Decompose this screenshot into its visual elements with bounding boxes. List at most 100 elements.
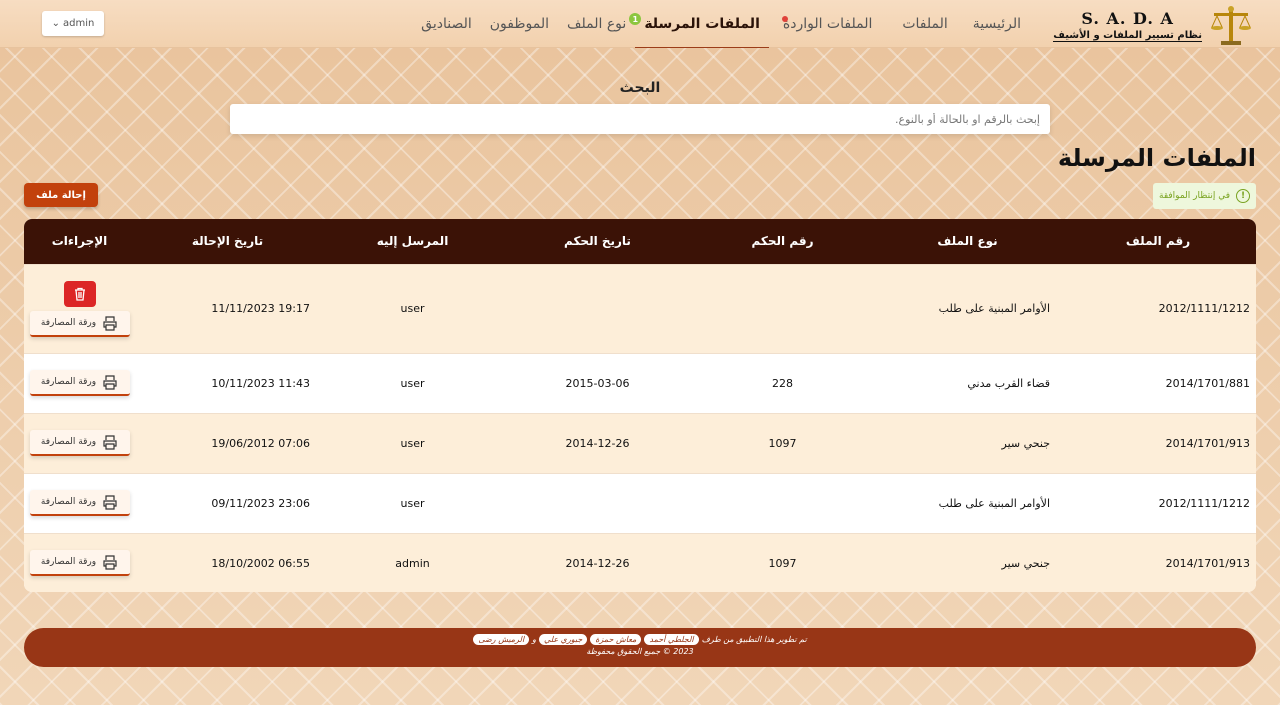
main-nav: الرئيسية الملفات الملفات الواردة الملفات… bbox=[412, 0, 1030, 48]
header-ruling-number: رقم الحكم bbox=[751, 234, 814, 249]
printer-icon bbox=[103, 435, 117, 450]
nav-home[interactable]: الرئيسية bbox=[964, 0, 1030, 48]
cell-file-type: قضاء القرب مدني bbox=[967, 376, 1050, 390]
footer-copyright: 2023 © جميع الحقوق محفوظة bbox=[586, 647, 694, 656]
cell-recipient: user bbox=[400, 376, 425, 390]
delete-button[interactable] bbox=[63, 280, 96, 307]
cell-recipient: user bbox=[400, 302, 425, 315]
cell-referral-date: 11:43 10/11/2023 bbox=[211, 376, 310, 390]
cell-recipient: user bbox=[400, 496, 425, 510]
print-clearance-button[interactable]: ورقة المصارفة bbox=[29, 370, 130, 396]
cell-ruling-date bbox=[505, 473, 690, 533]
cell-actions: ورقة المصارفة bbox=[24, 533, 135, 592]
nav-file-type-label: نوع الملف bbox=[567, 16, 627, 32]
header-ruling-date: تاريخ الحكم bbox=[564, 234, 631, 249]
footer: تم تطوير هذا التطبيق من طرف الجلطي أحمد … bbox=[24, 628, 1256, 667]
printer-icon bbox=[103, 375, 117, 390]
header-referral-date: تاريخ الإحالة bbox=[191, 234, 264, 249]
refer-file-button[interactable]: إحالة ملف bbox=[24, 183, 98, 207]
table-row: 2012/1111/1212 الأوامر المبنية على طلب u… bbox=[24, 473, 1256, 533]
pending-approval-label: في إنتظار الموافقة bbox=[1159, 191, 1230, 201]
print-clearance-button[interactable]: ورقة المصارفة bbox=[29, 490, 130, 516]
user-name: admin bbox=[63, 18, 95, 29]
cell-file-number: 2014/1701/913 bbox=[1165, 436, 1250, 450]
cell-file-type: الأوامر المبنية على طلب bbox=[938, 496, 1050, 510]
cell-actions: ورقة المصارفة bbox=[24, 473, 135, 533]
cell-ruling-number bbox=[690, 264, 875, 353]
notification-dot bbox=[781, 16, 788, 22]
cell-file-number: 2012/1111/1212 bbox=[1158, 302, 1250, 315]
footer-dev-1[interactable]: الجلطي أحمد bbox=[644, 634, 699, 645]
footer-dev-2[interactable]: معاش حمزة bbox=[590, 634, 642, 645]
print-clearance-button[interactable]: ورقة المصارفة bbox=[29, 430, 130, 456]
cell-ruling-date: 2014-12-26 bbox=[565, 436, 630, 450]
cell-ruling-number: 228 bbox=[772, 376, 793, 390]
user-dropdown[interactable]: ⌄ admin bbox=[42, 11, 104, 36]
sent-files-table: رقم الملف نوع الملف رقم الحكم تاريخ الحك… bbox=[24, 219, 1256, 592]
table-header-row: رقم الملف نوع الملف رقم الحكم تاريخ الحك… bbox=[24, 219, 1256, 264]
cell-actions: ورقة المصارفة bbox=[24, 264, 135, 353]
print-clearance-button[interactable]: ورقة المصارفة bbox=[29, 310, 130, 337]
printer-icon bbox=[103, 495, 117, 510]
cell-actions: ورقة المصارفة bbox=[24, 353, 135, 413]
cell-referral-date: 06:55 18/10/2002 bbox=[211, 556, 310, 570]
header-file-number: رقم الملف bbox=[1125, 234, 1191, 249]
print-clearance-label: ورقة المصارفة bbox=[40, 497, 97, 507]
cell-file-number: 2012/1111/1212 bbox=[1158, 496, 1250, 510]
header-actions: الإجراءات bbox=[51, 234, 108, 249]
nav-file-type[interactable]: نوع الملف bbox=[558, 0, 635, 48]
nav-employees[interactable]: الموظفون bbox=[481, 0, 558, 48]
navbar: S. A. D. A نظام تسيير الملفات و الأشيف ا… bbox=[0, 0, 1280, 48]
printer-icon bbox=[103, 555, 117, 570]
nav-files[interactable]: الملفات bbox=[886, 0, 963, 48]
print-clearance-label: ورقة المصارفة bbox=[40, 377, 97, 387]
chevron-down-icon: ⌄ bbox=[51, 18, 61, 29]
nav-sent[interactable]: الملفات المرسلة 1 bbox=[629, 0, 769, 48]
nav-home-label: الرئيسية bbox=[972, 16, 1021, 32]
nav-sent-label: الملفات المرسلة bbox=[644, 15, 760, 32]
print-clearance-label: ورقة المصارفة bbox=[40, 557, 97, 568]
brand[interactable]: S. A. D. A نظام تسيير الملفات و الأشيف bbox=[1053, 3, 1254, 47]
search-label: البحث bbox=[619, 80, 661, 96]
cell-file-number: 2014/1701/913 bbox=[1165, 556, 1250, 570]
cell-ruling-number bbox=[690, 473, 875, 533]
print-clearance-label: ورقة المصارفة bbox=[40, 317, 97, 328]
cell-actions: ورقة المصارفة bbox=[24, 413, 135, 473]
cell-recipient: user bbox=[400, 436, 425, 450]
cell-referral-date: 07:06 19/06/2012 bbox=[211, 436, 310, 450]
printer-icon bbox=[103, 315, 117, 331]
brand-title: S. A. D. A bbox=[1081, 8, 1174, 28]
cell-referral-date: 19:17 11/11/2023 bbox=[211, 302, 310, 315]
trash-icon bbox=[74, 287, 85, 301]
cell-file-type: جنحي سير bbox=[1001, 436, 1051, 450]
search-input[interactable] bbox=[230, 104, 1050, 134]
cell-ruling-number: 1097 bbox=[768, 556, 797, 570]
nav-boxes-label: الصناديق bbox=[421, 16, 472, 32]
page-title: الملفات المرسلة bbox=[1057, 144, 1256, 172]
nav-employees-label: الموظفون bbox=[489, 16, 549, 32]
print-clearance-label: ورقة المصارفة bbox=[40, 437, 97, 447]
footer-and: و bbox=[532, 635, 537, 644]
cell-file-number: 2014/1701/881 bbox=[1165, 376, 1250, 390]
table-row: 2014/1701/913 جنحي سير 1097 2014-12-26 u… bbox=[24, 413, 1256, 473]
cell-recipient: admin bbox=[395, 556, 430, 570]
nav-boxes[interactable]: الصناديق bbox=[412, 0, 481, 48]
pending-approval-filter[interactable]: ! في إنتظار الموافقة bbox=[1153, 183, 1256, 209]
cell-file-type: الأوامر المبنية على طلب bbox=[938, 302, 1050, 315]
brand-subtitle: نظام تسيير الملفات و الأشيف bbox=[1053, 29, 1202, 42]
table-row: 2014/1701/913 جنحي سير 1097 2014-12-26 a… bbox=[24, 533, 1256, 592]
print-clearance-button[interactable]: ورقة المصارفة bbox=[29, 550, 130, 577]
header-recipient: المرسل إليه bbox=[376, 234, 449, 249]
table-row: 2014/1701/881 قضاء القرب مدني 228 2015-0… bbox=[24, 353, 1256, 413]
cell-ruling-date: 2015-03-06 bbox=[565, 376, 630, 390]
cell-file-type: جنحي سير bbox=[1001, 556, 1051, 570]
nav-incoming[interactable]: الملفات الواردة bbox=[769, 0, 886, 48]
footer-dev-3[interactable]: جبوري علي bbox=[539, 634, 588, 645]
footer-dev-4[interactable]: الرميش رضى bbox=[473, 634, 530, 645]
footer-prefix: تم تطوير هذا التطبيق من طرف bbox=[701, 635, 807, 644]
info-circle-icon: ! bbox=[1236, 189, 1250, 203]
nav-incoming-label: الملفات الواردة bbox=[782, 16, 873, 32]
nav-files-label: الملفات bbox=[902, 16, 948, 32]
cell-ruling-date bbox=[505, 264, 690, 353]
cell-ruling-number: 1097 bbox=[768, 436, 797, 450]
